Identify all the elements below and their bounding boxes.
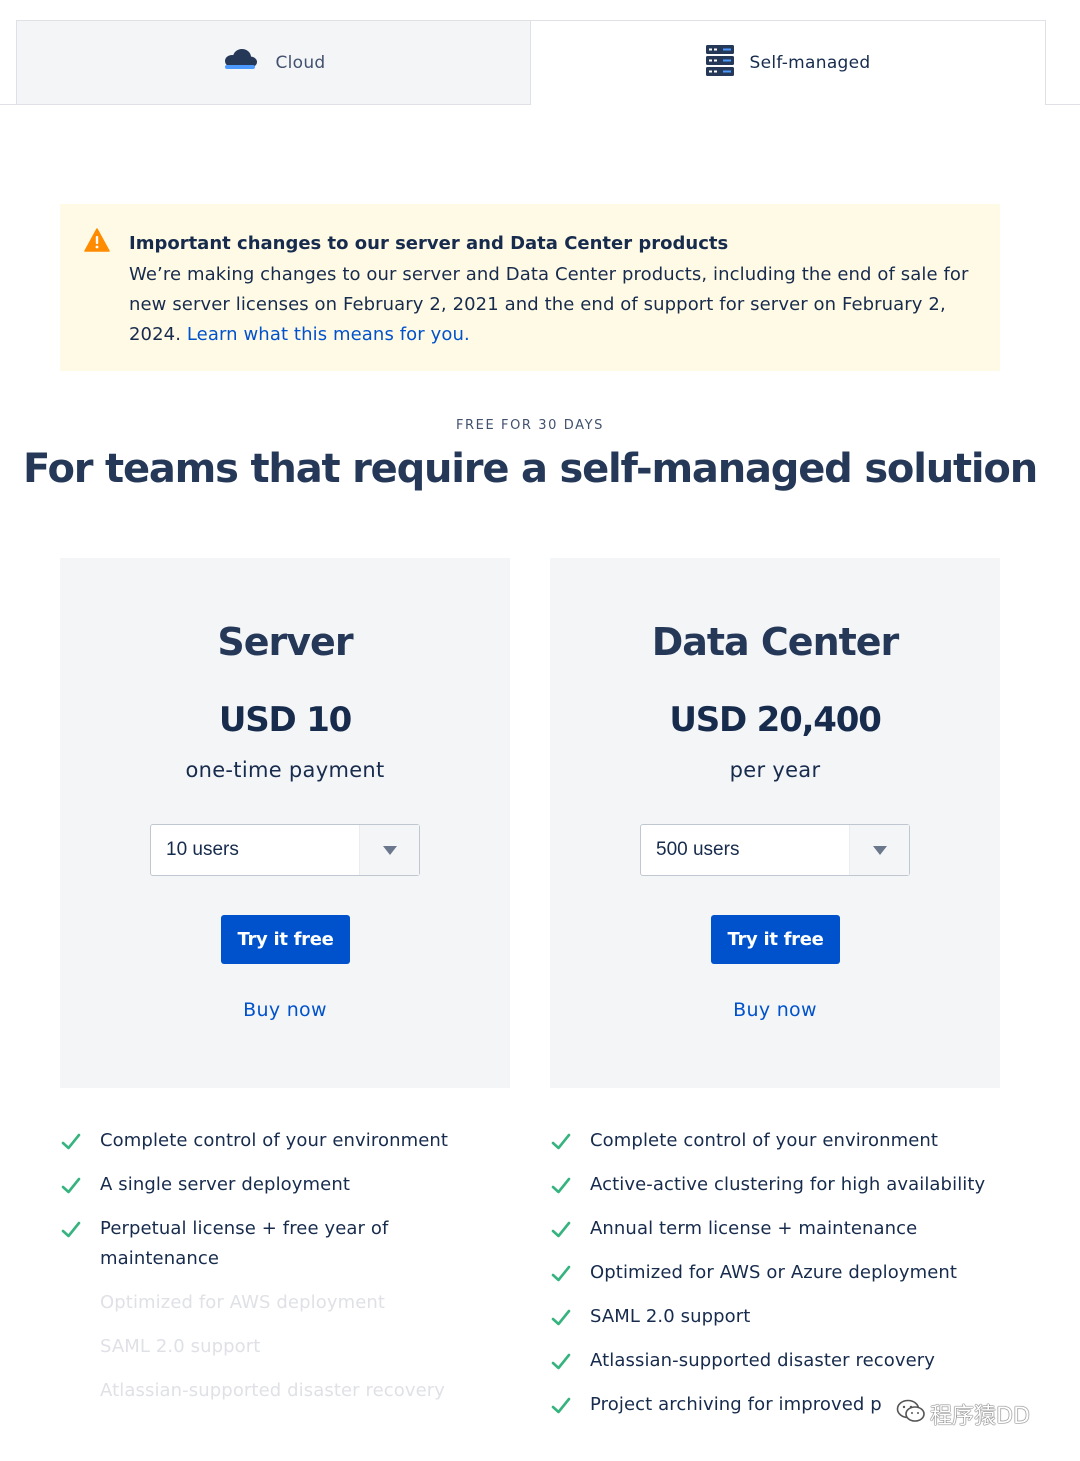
- chevron-down-icon[interactable]: [359, 825, 419, 875]
- feature-item: A single server deployment: [60, 1170, 510, 1200]
- buy-now-link[interactable]: Buy now: [60, 999, 510, 1021]
- warning-banner: Important changes to our server and Data…: [60, 204, 1000, 371]
- feature-item: Optimized for AWS or Azure deployment: [550, 1258, 1020, 1288]
- check-icon: [551, 1131, 571, 1161]
- feature-text: Active-active clustering for high availa…: [590, 1174, 986, 1195]
- feature-text: A single server deployment: [100, 1174, 351, 1195]
- check-icon: [61, 1175, 81, 1205]
- plan-card-server: Server USD 10 one-time payment 10 users …: [60, 558, 510, 1088]
- wechat-icon: [896, 1398, 926, 1430]
- try-free-button[interactable]: Try it free: [221, 915, 350, 964]
- check-icon: [61, 1131, 81, 1161]
- cloud-icon: [221, 46, 259, 79]
- feature-item-unavailable: Optimized for AWS deployment: [60, 1288, 510, 1318]
- plan-card-data-center: Data Center USD 20,400 per year 500 user…: [550, 558, 1000, 1088]
- check-icon: [551, 1263, 571, 1293]
- learn-more-link[interactable]: Learn what this means for you.: [187, 324, 470, 345]
- plan-term: per year: [729, 758, 821, 782]
- plan-price: USD 20,400: [669, 700, 882, 740]
- plan-name: Data Center: [651, 620, 900, 664]
- plan-term: one-time payment: [185, 758, 385, 782]
- feature-text: Optimized for AWS deployment: [100, 1292, 386, 1313]
- feature-text: SAML 2.0 support: [100, 1336, 261, 1357]
- plan-price: USD 10: [218, 700, 352, 740]
- feature-item: Perpetual license + free year of mainten…: [60, 1214, 510, 1274]
- feature-item: Complete control of your environment: [550, 1126, 1020, 1156]
- buy-now-link[interactable]: Buy now: [550, 999, 1000, 1021]
- chevron-down-icon[interactable]: [849, 825, 909, 875]
- feature-text: Atlassian-supported disaster recovery: [590, 1350, 936, 1371]
- banner-body: We’re making changes to our server and D…: [129, 260, 989, 350]
- feature-text: Project archiving for improved p: [590, 1394, 882, 1415]
- feature-text: Optimized for AWS or Azure deployment: [590, 1262, 958, 1283]
- check-icon: [551, 1175, 571, 1205]
- deployment-tabs: Cloud Self-managed: [16, 20, 1046, 105]
- warning-icon: [84, 228, 110, 256]
- users-select-value: 500 users: [656, 839, 740, 860]
- plan-name: Server: [217, 620, 353, 664]
- feature-item: Active-active clustering for high availa…: [550, 1170, 1020, 1200]
- watermark: 程序猿DD: [896, 1398, 1030, 1430]
- feature-text: Complete control of your environment: [100, 1130, 449, 1151]
- tab-divider: [0, 104, 16, 105]
- feature-text: Atlassian-supported disaster recovery: [100, 1380, 446, 1401]
- feature-item: Complete control of your environment: [60, 1126, 510, 1156]
- check-icon: [551, 1395, 571, 1425]
- banner-title: Important changes to our server and Data…: [129, 233, 729, 254]
- watermark-text: 程序猿DD: [930, 1404, 1030, 1429]
- feature-item-unavailable: Atlassian-supported disaster recovery: [60, 1376, 510, 1406]
- feature-text: Complete control of your environment: [590, 1130, 939, 1151]
- tab-cloud[interactable]: Cloud: [16, 20, 531, 105]
- feature-list-server: Complete control of your environment A s…: [60, 1126, 510, 1420]
- page-title: For teams that require a self-managed so…: [23, 446, 1038, 492]
- feature-item: Annual term license + maintenance: [550, 1214, 1020, 1244]
- users-select[interactable]: 10 users: [150, 824, 420, 876]
- users-select-value: 10 users: [166, 839, 239, 860]
- tab-self-managed-label: Self-managed: [749, 53, 871, 73]
- eyebrow-text: FREE FOR 30 DAYS: [455, 418, 605, 433]
- try-free-button[interactable]: Try it free: [711, 915, 840, 964]
- check-icon: [551, 1351, 571, 1381]
- tab-cloud-label: Cloud: [275, 52, 326, 73]
- tab-self-managed[interactable]: Self-managed: [531, 20, 1046, 105]
- feature-item: SAML 2.0 support: [550, 1302, 1020, 1332]
- tab-divider: [1046, 104, 1080, 105]
- check-icon: [551, 1219, 571, 1249]
- feature-text: SAML 2.0 support: [590, 1306, 751, 1327]
- check-icon: [551, 1307, 571, 1337]
- feature-list-data-center: Complete control of your environment Act…: [550, 1126, 1020, 1434]
- feature-text: Annual term license + maintenance: [590, 1218, 918, 1239]
- server-rack-icon: [705, 44, 734, 82]
- feature-text: Perpetual license + free year of mainten…: [100, 1218, 389, 1269]
- feature-item-unavailable: SAML 2.0 support: [60, 1332, 510, 1362]
- check-icon: [61, 1219, 81, 1249]
- users-select[interactable]: 500 users: [640, 824, 910, 876]
- feature-item: Atlassian-supported disaster recovery: [550, 1346, 1020, 1376]
